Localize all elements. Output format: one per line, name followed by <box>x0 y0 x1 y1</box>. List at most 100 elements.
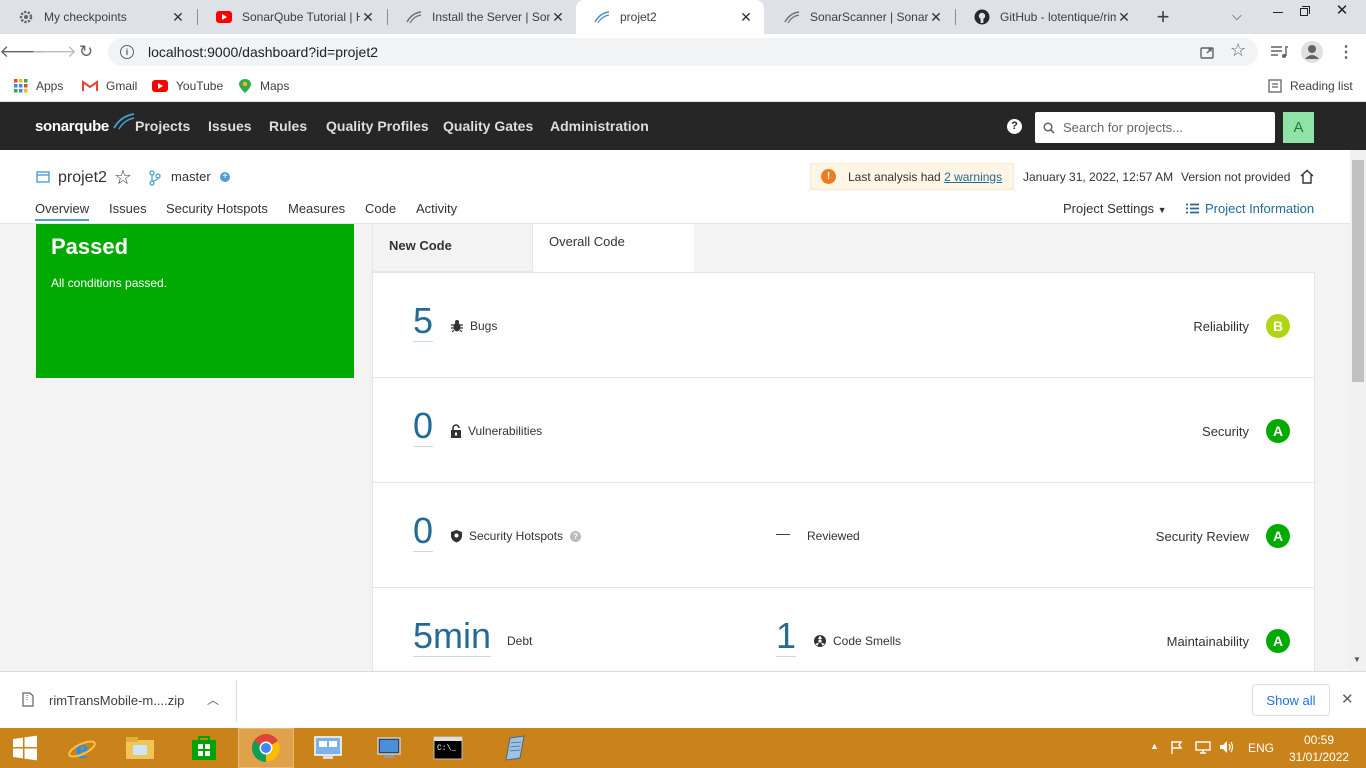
bookmark-gmail[interactable]: Gmail <box>82 76 137 96</box>
branch-name[interactable]: master <box>171 169 211 184</box>
security-label: Security <box>1202 424 1249 439</box>
close-window-button[interactable]: ✕ <box>1318 0 1366 22</box>
close-tab-icon[interactable]: ✕ <box>928 9 944 26</box>
network-app-icon[interactable] <box>300 728 356 768</box>
share-icon[interactable] <box>1199 44 1215 60</box>
reload-button[interactable]: ↻ <box>74 40 98 64</box>
user-avatar[interactable]: A <box>1283 112 1314 143</box>
bookmark-maps[interactable]: Maps <box>238 76 289 96</box>
scroll-down-arrow-icon[interactable]: ▼ <box>1353 655 1361 664</box>
chevron-up-icon[interactable]: ︿ <box>207 691 219 708</box>
nav-projects[interactable]: Projects <box>135 118 190 134</box>
security-review-row: 0 Security Hotspots ? — Reviewed Securit… <box>373 483 1314 588</box>
nav-issues[interactable]: Issues <box>208 118 252 134</box>
security-rating[interactable]: A <box>1266 419 1290 443</box>
profile-avatar-icon[interactable] <box>1301 41 1323 63</box>
branch-info-icon[interactable]: + <box>220 172 230 182</box>
security-review-rating[interactable]: A <box>1266 524 1290 548</box>
clock-time[interactable]: 00:59 <box>1304 733 1334 747</box>
bookmark-star-icon[interactable]: ☆ <box>1230 40 1246 61</box>
code-smell-icon <box>813 634 827 648</box>
address-bar[interactable]: i localhost:9000/dashboard?id=projet2 <box>108 38 1258 66</box>
action-center-flag-icon[interactable] <box>1170 740 1184 757</box>
youtube-icon <box>216 9 232 25</box>
show-all-downloads-button[interactable]: Show all <box>1252 684 1330 716</box>
new-tab-button[interactable]: + <box>1152 5 1174 29</box>
tab-overall-code[interactable]: Overall Code <box>533 224 694 274</box>
nav-administration[interactable]: Administration <box>550 118 649 134</box>
maintainability-rating[interactable]: A <box>1266 629 1290 653</box>
close-tab-icon[interactable]: ✕ <box>170 9 186 26</box>
minimize-button[interactable] <box>1270 4 1286 20</box>
youtube-icon <box>152 80 168 92</box>
store-icon[interactable] <box>176 728 232 768</box>
vulnerabilities-count[interactable]: 0 <box>413 406 434 447</box>
nav-rules[interactable]: Rules <box>269 118 307 134</box>
tab-sonarqube-tutorial[interactable]: SonarQube Tutorial | Ho ✕ <box>198 0 386 34</box>
file-explorer-icon[interactable] <box>112 728 168 768</box>
media-control-icon[interactable] <box>1270 44 1288 60</box>
tab-github[interactable]: GitHub - lotentique/rim ✕ <box>956 0 1142 34</box>
download-filename[interactable]: rimTransMobile-m....zip <box>49 693 184 708</box>
volume-icon[interactable] <box>1219 740 1235 757</box>
tab-overview[interactable]: Overview <box>35 201 90 221</box>
nav-quality-gates[interactable]: Quality Gates <box>443 118 533 134</box>
info-icon[interactable]: i <box>120 45 134 59</box>
help-circle-icon[interactable]: ? <box>570 530 582 542</box>
quality-gate-message: All conditions passed. <box>51 276 168 290</box>
start-button[interactable] <box>0 728 50 768</box>
remote-desktop-icon[interactable] <box>362 728 418 768</box>
url-text[interactable]: localhost:9000/dashboard?id=projet2 <box>148 44 378 60</box>
maintainability-row: 5min Debt 1 Code Smells Maintainability … <box>373 588 1314 671</box>
tab-security-hotspots[interactable]: Security Hotspots <box>166 201 268 216</box>
maps-icon <box>238 78 252 94</box>
browser-menu-icon[interactable]: ⋮ <box>1338 42 1354 62</box>
scrollbar-thumb[interactable] <box>1352 160 1364 382</box>
tab-measures[interactable]: Measures <box>288 201 345 216</box>
network-icon[interactable] <box>1195 740 1211 757</box>
reading-list-button[interactable]: Reading list <box>1268 76 1353 96</box>
close-tab-icon[interactable]: ✕ <box>360 9 376 26</box>
help-icon[interactable]: ? <box>1007 119 1022 134</box>
notepad-icon[interactable] <box>486 728 542 768</box>
sonarqube-logo[interactable]: sonarqube <box>35 113 135 135</box>
bookmark-youtube[interactable]: YouTube <box>152 76 223 96</box>
tab-projet2[interactable]: projet2 ✕ <box>576 0 764 34</box>
tab-my-checkpoints[interactable]: My checkpoints ✕ <box>0 0 196 34</box>
warnings-link[interactable]: 2 warnings <box>944 170 1002 184</box>
tab-sonarscanner[interactable]: SonarScanner | SonarQ ✕ <box>766 0 954 34</box>
sonar-icon <box>406 9 422 25</box>
home-icon[interactable] <box>1299 169 1315 187</box>
tab-code[interactable]: Code <box>365 201 396 216</box>
show-hidden-icons-arrow[interactable]: ▲ <box>1150 741 1159 751</box>
favorite-star-icon[interactable]: ☆ <box>114 165 132 190</box>
project-name[interactable]: projet2 <box>58 169 107 187</box>
close-downloads-icon[interactable]: ✕ <box>1341 690 1354 708</box>
project-information-button[interactable]: Project Information <box>1186 201 1314 216</box>
project-settings-dropdown[interactable]: Project Settings ▼ <box>1063 201 1167 216</box>
tab-install-server[interactable]: Install the Server | Sona ✕ <box>388 0 576 34</box>
tab-new-code[interactable]: New Code <box>372 224 533 272</box>
file-icon <box>22 692 34 710</box>
forward-button[interactable]: 🡒 <box>31 40 77 64</box>
tab-issues[interactable]: Issues <box>109 201 147 216</box>
input-language[interactable]: ENG <box>1248 741 1274 755</box>
close-tab-icon[interactable]: ✕ <box>738 9 754 26</box>
close-tab-icon[interactable]: ✕ <box>1116 9 1132 26</box>
command-prompt-icon[interactable]: C:\_ <box>420 728 476 768</box>
tab-search-icon[interactable]: ⌵ <box>1232 8 1242 24</box>
tab-activity[interactable]: Activity <box>416 201 457 216</box>
close-tab-icon[interactable]: ✕ <box>550 9 566 26</box>
chrome-icon[interactable] <box>238 728 294 768</box>
debt-value[interactable]: 5min <box>413 616 492 657</box>
bookmark-apps[interactable]: Apps <box>14 76 63 96</box>
restore-button[interactable] <box>1297 4 1313 20</box>
clock-date[interactable]: 31/01/2022 <box>1289 750 1349 764</box>
project-search-input[interactable]: Search for projects... <box>1035 112 1275 143</box>
code-smells-count[interactable]: 1 <box>776 616 797 657</box>
hotspots-count[interactable]: 0 <box>413 511 434 552</box>
bugs-count[interactable]: 5 <box>413 301 434 342</box>
nav-quality-profiles[interactable]: Quality Profiles <box>326 118 429 134</box>
reliability-rating[interactable]: B <box>1266 314 1290 338</box>
internet-explorer-icon[interactable]: e <box>54 728 110 768</box>
